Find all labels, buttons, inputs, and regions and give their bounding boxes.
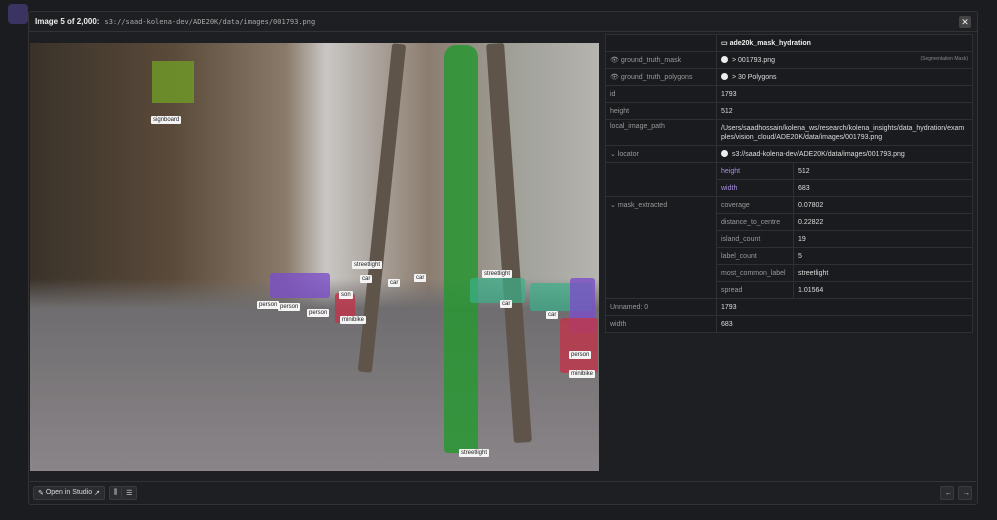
polygons-link[interactable]: > 30 Polygons: [732, 74, 777, 81]
mask-label: son: [339, 291, 353, 299]
mask-label: car: [546, 311, 559, 319]
field-key: height: [605, 102, 717, 120]
modal-header: Image 5 of 2,000: s3://saad-kolena-dev/A…: [29, 12, 977, 32]
field-key: mask_extracted: [617, 202, 668, 209]
edit-icon: ✎: [38, 489, 46, 497]
field-value: streetlight: [793, 264, 973, 282]
mask-label: car: [360, 275, 373, 283]
field-value: 1.01564: [793, 281, 973, 299]
table-row: ⌄ locator s3://saad-kolena-dev/ADE20K/dat…: [605, 145, 973, 163]
field-key: id: [605, 85, 717, 103]
mask-label: car: [500, 300, 513, 308]
field-value: 683: [716, 315, 973, 333]
car-mask[interactable]: [470, 278, 525, 303]
field-key: local_image_path: [605, 119, 717, 146]
minibike-mask[interactable]: [560, 318, 598, 373]
close-button[interactable]: ✕: [959, 16, 971, 28]
field-key: width: [605, 315, 717, 333]
download-icon[interactable]: [721, 56, 728, 63]
modal-footer: ✎ Open in Studio ↗ ⫼ ☰ ← →: [30, 481, 976, 503]
field-value: 0.07802: [793, 196, 973, 214]
dataset-title: ade20k_mask_hydration: [729, 40, 811, 47]
metadata-panel: ▭ ade20k_mask_hydration 👁 ground_truth_m…: [605, 34, 973, 333]
field-value: 512: [793, 162, 973, 180]
table-row: width 683: [605, 315, 973, 333]
mask-label: streetlight: [352, 261, 383, 269]
table-row: local_image_path/Users/saadhossain/kolen…: [605, 119, 973, 146]
field-value: 1793: [716, 298, 973, 316]
image-counter: Image 5 of 2,000:: [35, 17, 100, 26]
mask-label: signboard: [151, 116, 182, 124]
eye-icon[interactable]: 👁: [610, 57, 621, 64]
field-key: ground_truth_polygons: [620, 74, 693, 81]
mask-label: car: [414, 274, 427, 282]
table-row: ⌄ mask_extracted coverage 0.07802: [605, 196, 973, 299]
field-key: island_count: [716, 230, 794, 248]
table-row: id 1793: [605, 85, 973, 103]
field-value: 512: [716, 102, 973, 120]
external-link-icon: ↗: [92, 489, 100, 497]
mask-label: person: [569, 351, 592, 359]
chevron-down-icon[interactable]: ⌄: [610, 202, 618, 209]
mask-label: minibike: [340, 316, 367, 324]
field-value: 1793: [716, 85, 973, 103]
field-value: 5: [793, 247, 973, 265]
field-value: 683: [793, 179, 973, 197]
mask-link[interactable]: > 001793.png: [732, 57, 775, 64]
image-detail-modal: Image 5 of 2,000: s3://saad-kolena-dev/A…: [28, 11, 978, 505]
field-note: (Segmentation Mask): [920, 56, 968, 62]
button-label: Open in Studio: [45, 489, 93, 496]
field-key: spread: [716, 281, 794, 299]
field-value: /Users/saadhossain/kolena_ws/research/ko…: [716, 119, 973, 146]
field-key: coverage: [716, 196, 794, 214]
image-path: s3://saad-kolena-dev/ADE20K/data/images/…: [104, 17, 316, 26]
mask-label: person: [307, 309, 330, 317]
table-row: height 512: [605, 162, 973, 197]
next-button[interactable]: →: [958, 486, 972, 500]
table-row: 👁 ground_truth_polygons > 30 Polygons: [605, 68, 973, 86]
field-key: height: [716, 162, 794, 180]
mask-label: car: [388, 279, 401, 287]
split-view-toggle[interactable]: ⫼: [108, 485, 123, 500]
table-row: Unnamed: 0 1793: [605, 298, 973, 316]
mask-label: person: [278, 303, 301, 311]
table-row: 👁 ground_truth_mask > 001793.png (Segmenta…: [605, 51, 973, 69]
field-key: label_count: [716, 247, 794, 265]
download-icon[interactable]: [721, 150, 728, 157]
chevron-down-icon[interactable]: ⌄: [610, 151, 618, 158]
field-key: locator: [617, 151, 639, 158]
table-row: height 512: [605, 102, 973, 120]
person-mask[interactable]: [270, 273, 330, 298]
mask-label: streetlight: [459, 449, 490, 457]
image-icon: ▭: [721, 40, 730, 47]
image-viewer[interactable]: signboard streetlight streetlight street…: [30, 43, 599, 471]
field-key: Unnamed: 0: [605, 298, 717, 316]
signboard-mask[interactable]: [152, 61, 194, 103]
field-key: most_common_label: [716, 264, 794, 282]
open-in-studio-button[interactable]: ✎ Open in Studio ↗: [33, 485, 105, 500]
mask-label: person: [257, 301, 280, 309]
app-logo: [8, 4, 28, 24]
tree: [486, 43, 532, 444]
streetlight-mask[interactable]: [444, 45, 478, 453]
field-key: distance_to_centre: [716, 213, 794, 231]
eye-icon[interactable]: 👁: [610, 74, 621, 81]
previous-button[interactable]: ←: [940, 486, 954, 500]
color-dot-icon: [721, 73, 728, 80]
mask-label: minibike: [569, 370, 596, 378]
stacked-view-toggle[interactable]: ☰: [121, 485, 138, 500]
field-key: ground_truth_mask: [620, 57, 682, 64]
field-value[interactable]: s3://saad-kolena-dev/ADE20K/data/images/…: [732, 151, 905, 158]
field-value: 19: [793, 230, 973, 248]
field-key: width: [716, 179, 794, 197]
field-value: 0.22822: [793, 213, 973, 231]
mask-label: streetlight: [482, 270, 513, 278]
